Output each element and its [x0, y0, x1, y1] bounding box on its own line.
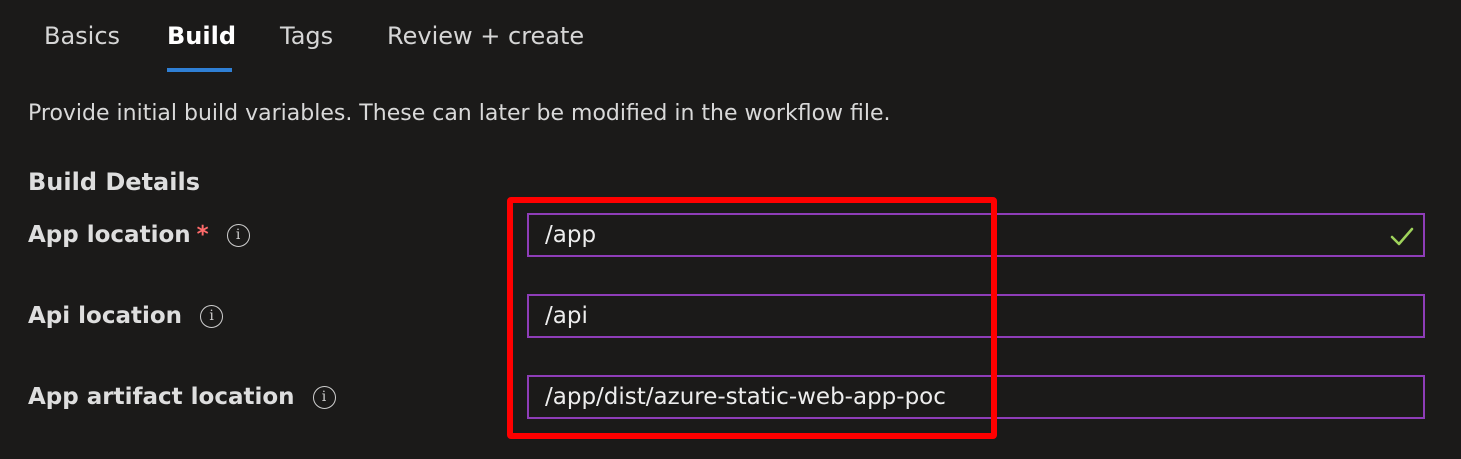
section-title-build-details: Build Details — [28, 168, 200, 196]
tab-bar: Basics Build Tags Review + create — [0, 0, 1461, 76]
api-location-label: Api location i — [28, 303, 224, 329]
app-location-label: App location * i — [28, 222, 250, 248]
info-icon[interactable]: i — [226, 223, 250, 247]
required-indicator: * — [196, 222, 209, 248]
app-artifact-location-input[interactable] — [527, 375, 1425, 419]
app-artifact-location-label-text: App artifact location — [28, 384, 295, 410]
checkmark-icon — [1390, 227, 1414, 246]
info-icon[interactable]: i — [200, 304, 224, 328]
app-artifact-location-label: App artifact location i — [28, 384, 336, 410]
tab-basics[interactable]: Basics — [44, 22, 120, 50]
api-location-input[interactable] — [527, 294, 1425, 338]
app-location-label-text: App location — [28, 222, 191, 248]
app-location-input[interactable] — [527, 213, 1425, 257]
active-tab-indicator — [167, 68, 232, 72]
api-location-label-text: Api location — [28, 303, 183, 329]
page-description: Provide initial build variables. These c… — [28, 101, 891, 126]
tab-build[interactable]: Build — [167, 22, 236, 50]
info-icon[interactable]: i — [312, 385, 336, 409]
tab-review-create[interactable]: Review + create — [387, 22, 584, 50]
tab-tags[interactable]: Tags — [280, 22, 333, 50]
